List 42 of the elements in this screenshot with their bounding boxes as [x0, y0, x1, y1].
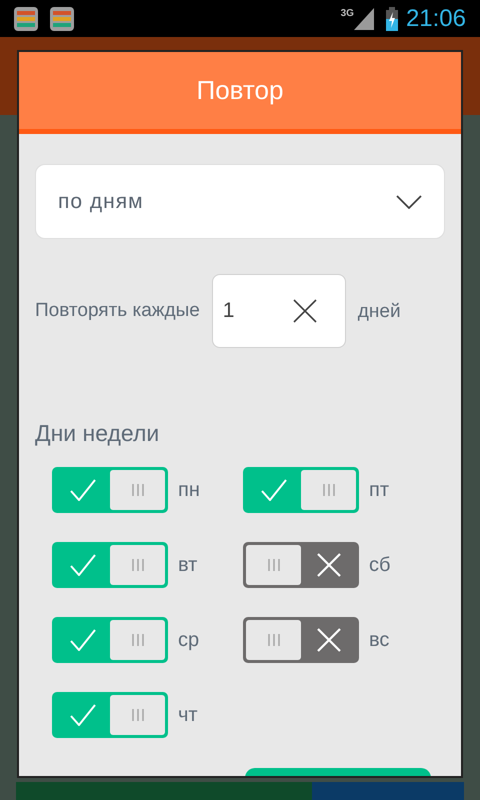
cross-icon [316, 628, 340, 652]
day-label: чт [178, 702, 198, 728]
grip-icon [130, 708, 144, 722]
day-label: сб [369, 552, 390, 578]
check-icon [70, 554, 96, 576]
check-icon [70, 628, 96, 650]
toggle-switch[interactable] [243, 616, 359, 662]
network-type: 3G [340, 7, 354, 21]
grip-icon [130, 558, 144, 572]
toggle-switch[interactable] [52, 616, 168, 662]
toggle-switch[interactable] [52, 692, 168, 738]
battery-icon [386, 6, 398, 30]
interval-unit: дней [358, 300, 401, 324]
grip-icon [266, 632, 280, 646]
interval-label: Повторять каждые [35, 298, 200, 323]
grip-icon [266, 558, 280, 572]
app-icon [50, 6, 74, 30]
cross-icon [316, 552, 340, 576]
toggle-switch[interactable] [243, 542, 359, 588]
check-icon [70, 704, 96, 726]
grip-icon [130, 632, 144, 646]
signal-icon [354, 8, 374, 30]
toggle-switch[interactable] [52, 466, 168, 512]
clear-icon [292, 299, 317, 323]
toggle-switch[interactable] [52, 542, 168, 588]
dialog-title: Повтор [196, 74, 284, 107]
check-icon [260, 478, 286, 500]
interval-input[interactable]: 1 [212, 274, 346, 348]
chevron-down-icon [396, 194, 422, 208]
clock: 21:06 [406, 4, 466, 34]
day-label: пн [178, 478, 200, 502]
day-label: вт [178, 552, 198, 578]
toggle-switch[interactable] [243, 466, 359, 512]
weekdays-title: Дни недели [35, 419, 160, 448]
grip-icon [130, 482, 144, 496]
repeat-dropdown[interactable]: по дням [35, 164, 445, 239]
app-icon [14, 6, 38, 30]
check-icon [70, 478, 96, 500]
day-label: вс [369, 628, 390, 652]
day-label: пт [369, 478, 389, 502]
day-label: ср [178, 628, 200, 652]
grip-icon [322, 482, 336, 496]
